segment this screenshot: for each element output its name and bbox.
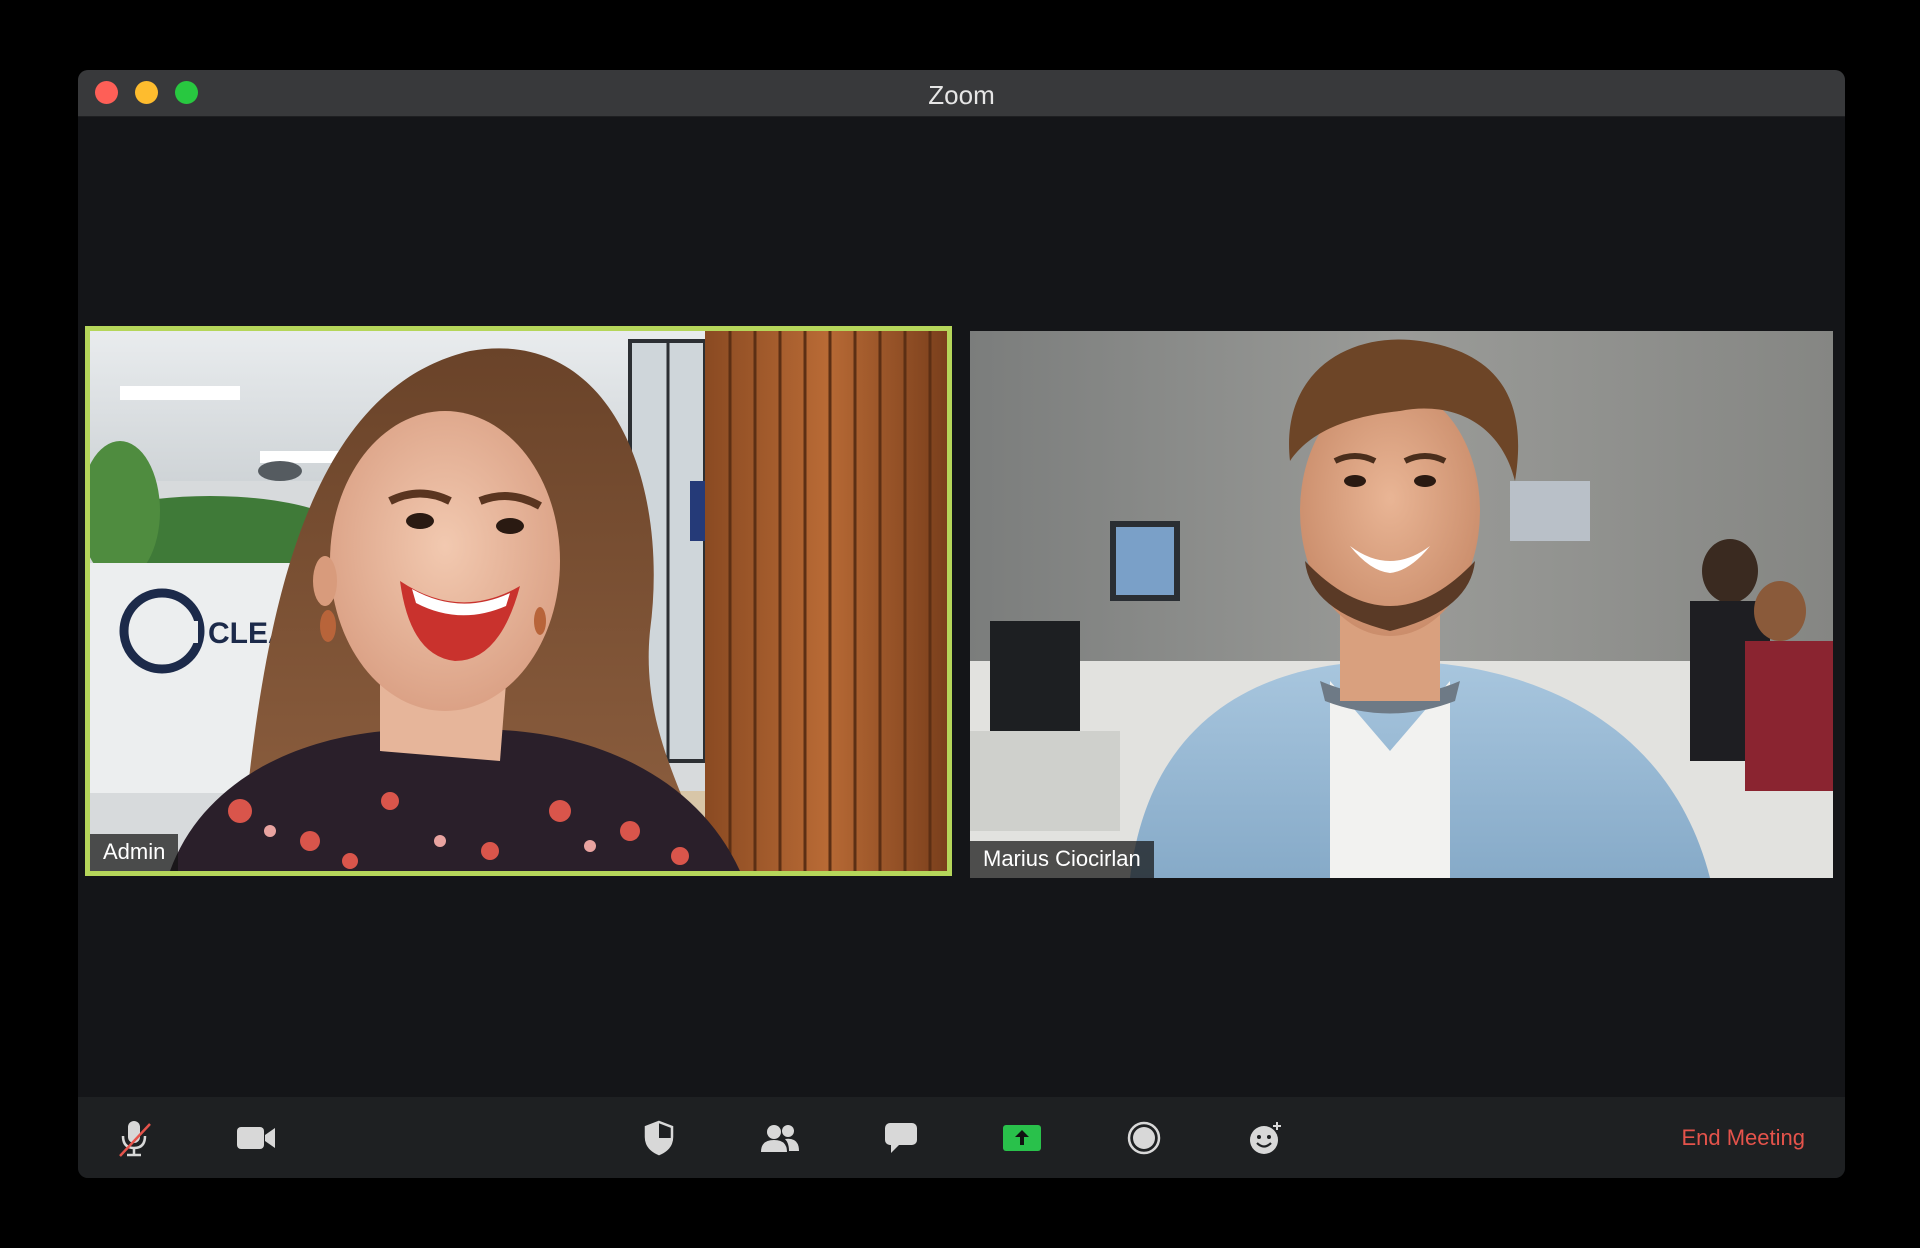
mute-button[interactable]	[111, 1115, 157, 1161]
end-meeting-button[interactable]: End Meeting	[1681, 1125, 1805, 1151]
zoom-window: Zoom CLEA Admin Marius Ciocirlan End Mee…	[78, 70, 1845, 1178]
chat-button[interactable]	[878, 1115, 924, 1161]
meeting-toolbar: End Meeting	[78, 1097, 1845, 1178]
record-button[interactable]	[1121, 1115, 1167, 1161]
participant-name-label: Admin	[90, 834, 179, 871]
title-bar: Zoom	[78, 70, 1845, 117]
chat-icon	[885, 1123, 917, 1153]
admin-video-feed: CLEA	[90, 331, 947, 871]
participants-icon	[761, 1125, 799, 1152]
participant-name-label: Marius Ciocirlan	[970, 841, 1154, 878]
reactions-button[interactable]	[1243, 1115, 1289, 1161]
video-tile-admin[interactable]: CLEA Admin	[85, 326, 952, 876]
participants-button[interactable]	[757, 1115, 803, 1161]
video-gallery: CLEA Admin Marius Ciocirlan	[78, 117, 1845, 1167]
video-tile-marius[interactable]: Marius Ciocirlan	[970, 331, 1833, 878]
stop-video-button[interactable]	[233, 1115, 279, 1161]
security-shield-icon	[644, 1120, 674, 1156]
reactions-icon	[1250, 1122, 1281, 1154]
share-screen-button[interactable]	[999, 1115, 1045, 1161]
record-icon	[1127, 1121, 1161, 1155]
video-camera-icon	[237, 1127, 275, 1149]
share-screen-icon	[1003, 1125, 1041, 1151]
security-button[interactable]	[636, 1115, 682, 1161]
microphone-muted-icon	[119, 1121, 151, 1157]
window-title: Zoom	[928, 80, 995, 110]
marius-video-feed	[970, 331, 1833, 878]
